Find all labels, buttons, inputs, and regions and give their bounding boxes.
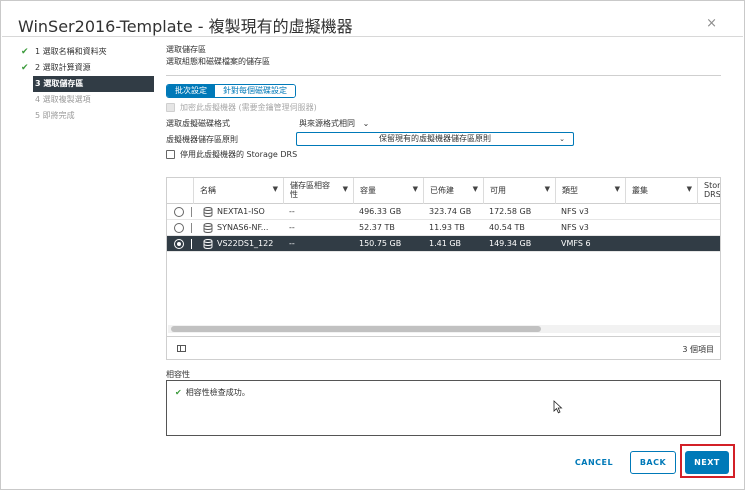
- table-row[interactable]: SYNAS6-NF... -- 52.37 TB 11.93 TB 40.54 …: [167, 220, 720, 236]
- encrypt-label: 加密此虛擬機器 (需要金鑰管理伺服器): [180, 103, 317, 112]
- cell-name: VS22DS1_122: [217, 239, 274, 248]
- disk-format-value: 與來源格式相同: [299, 119, 355, 128]
- step-label: 4 選取複製選項: [35, 95, 91, 104]
- row-divider: [191, 223, 192, 233]
- cell-provisioned: 1.41 GB: [429, 239, 462, 248]
- disable-drs-checkbox[interactable]: [166, 150, 175, 159]
- storage-policy-label: 虛擬機器儲存區原則: [166, 135, 238, 144]
- storage-policy-row: 虛擬機器儲存區原則 保留現有的虛擬機器儲存區原則 ⌄: [166, 132, 586, 146]
- cell-free: 149.34 GB: [489, 239, 532, 248]
- column-storage-drs[interactable]: Stor DRS: [697, 178, 720, 204]
- column-capacity[interactable]: 容量 ▼: [353, 178, 423, 204]
- row-radio[interactable]: [174, 207, 184, 217]
- cell-free: 40.54 TB: [489, 223, 525, 232]
- disk-format-label: 選取虛擬磁碟格式: [166, 119, 230, 128]
- row-radio[interactable]: [174, 223, 184, 233]
- column-provisioned[interactable]: 已佈建 ▼: [423, 178, 483, 204]
- encrypt-checkbox: [166, 103, 175, 112]
- filter-icon[interactable]: ▼: [413, 185, 418, 194]
- disable-drs-option[interactable]: 停用此虛擬機器的 Storage DRS: [166, 149, 297, 160]
- batch-configure-button[interactable]: 批次設定: [167, 85, 215, 97]
- step-1-select-name-folder[interactable]: ✔ 1 選取名稱和資料夾: [21, 44, 156, 60]
- disk-format-row: 選取虛擬磁碟格式 與來源格式相同 ⌄: [166, 118, 586, 130]
- row-radio[interactable]: [174, 239, 184, 249]
- success-check-icon: ✔: [175, 388, 182, 397]
- filter-icon[interactable]: ▼: [343, 185, 348, 194]
- cell-type: NFS v3: [561, 207, 589, 216]
- check-icon: ✔: [21, 47, 29, 57]
- cell-provisioned: 11.93 TB: [429, 223, 465, 232]
- cell-capacity: 52.37 TB: [359, 223, 395, 232]
- filter-icon[interactable]: ▼: [545, 185, 550, 194]
- section-title: 選取儲存區: [166, 45, 206, 54]
- cell-capacity: 496.33 GB: [359, 207, 402, 216]
- cell-compat: --: [289, 207, 295, 216]
- item-count: 3 個項目: [682, 345, 714, 354]
- step-2-select-compute-resource[interactable]: ✔ 2 選取計算資源: [21, 60, 156, 76]
- column-free[interactable]: 可用 ▼: [483, 178, 555, 204]
- step-label: 1 選取名稱和資料夾: [35, 47, 107, 56]
- datastore-grid: 名稱 ▼ 儲存區相容 性 ▼ 容量 ▼ 已佈建 ▼ 可用 ▼ 類型 ▼ 叢集 ▼…: [166, 177, 721, 360]
- row-divider: [191, 239, 192, 249]
- title-divider: [2, 36, 743, 37]
- filter-icon[interactable]: ▼: [687, 185, 692, 194]
- encrypt-vm-option: 加密此虛擬機器 (需要金鑰管理伺服器): [166, 102, 317, 113]
- horizontal-scrollbar[interactable]: [168, 325, 720, 333]
- filter-icon[interactable]: ▼: [273, 185, 278, 194]
- wizard-steps: ✔ 1 選取名稱和資料夾 ✔ 2 選取計算資源 3 選取儲存區 4 選取複製選項…: [21, 44, 156, 124]
- row-divider: [191, 207, 192, 217]
- cell-provisioned: 323.74 GB: [429, 207, 472, 216]
- disk-format-select[interactable]: 與來源格式相同 ⌄: [299, 118, 369, 130]
- grid-header: 名稱 ▼ 儲存區相容 性 ▼ 容量 ▼ 已佈建 ▼ 可用 ▼ 類型 ▼ 叢集 ▼…: [167, 178, 720, 204]
- mouse-cursor-icon: [553, 400, 563, 414]
- step-4-select-clone-options: 4 選取複製選項: [33, 92, 156, 108]
- filter-icon[interactable]: ▼: [615, 185, 620, 194]
- table-row-selected[interactable]: VS22DS1_122 -- 150.75 GB 1.41 GB 149.34 …: [167, 236, 720, 252]
- column-compatibility[interactable]: 儲存區相容 性 ▼: [283, 178, 353, 204]
- cell-name: NEXTA1-ISO: [217, 207, 265, 216]
- section-description: 選取組態和磁碟檔案的儲存區: [166, 57, 270, 66]
- grid-footer: 3 個項目: [167, 336, 720, 359]
- step-label: 2 選取計算資源: [35, 63, 91, 72]
- cell-free: 172.58 GB: [489, 207, 532, 216]
- check-icon: ✔: [21, 63, 29, 73]
- back-button[interactable]: BACK: [630, 451, 676, 474]
- compatibility-title: 相容性: [166, 370, 190, 379]
- configure-mode-toggle: 批次設定 針對每個磁碟設定: [166, 84, 296, 98]
- cell-name: SYNAS6-NF...: [217, 223, 269, 232]
- scrollbar-thumb[interactable]: [171, 326, 541, 332]
- storage-panel: 選取儲存區 選取組態和磁碟檔案的儲存區 批次設定 針對每個磁碟設定 加密此虛擬機…: [166, 44, 722, 436]
- column-toggle-icon[interactable]: [177, 345, 186, 352]
- step-label: 5 即將完成: [35, 111, 75, 120]
- section-divider: [166, 75, 721, 76]
- table-row[interactable]: NEXTA1-ISO -- 496.33 GB 323.74 GB 172.58…: [167, 204, 720, 220]
- step-3-select-storage[interactable]: 3 選取儲存區: [33, 76, 154, 92]
- column-type[interactable]: 類型 ▼: [555, 178, 625, 204]
- cell-type: NFS v3: [561, 223, 589, 232]
- compatibility-panel: ✔ 相容性檢查成功。: [166, 380, 721, 436]
- cell-type: VMFS 6: [561, 239, 591, 248]
- chevron-down-icon: ⌄: [559, 135, 565, 143]
- clone-vm-dialog: WinSer2016-Template - 複製現有的虛擬機器 × ✔ 1 選取…: [0, 0, 745, 490]
- filter-icon[interactable]: ▼: [473, 185, 478, 194]
- disable-drs-label: 停用此虛擬機器的 Storage DRS: [180, 150, 298, 159]
- step-5-ready-to-complete: 5 即將完成: [33, 108, 156, 124]
- cell-capacity: 150.75 GB: [359, 239, 402, 248]
- column-name[interactable]: 名稱 ▼: [193, 178, 283, 204]
- cell-compat: --: [289, 239, 295, 248]
- column-cluster[interactable]: 叢集 ▼: [625, 178, 697, 204]
- next-button[interactable]: NEXT: [685, 451, 729, 474]
- cell-compat: --: [289, 223, 295, 232]
- chevron-down-icon: ⌄: [357, 119, 370, 128]
- configure-per-disk-button[interactable]: 針對每個磁碟設定: [215, 85, 295, 97]
- storage-policy-select[interactable]: 保留現有的虛擬機器儲存區原則 ⌄: [296, 132, 574, 146]
- step-label: 3 選取儲存區: [35, 79, 84, 88]
- close-icon[interactable]: ×: [706, 17, 717, 30]
- cancel-button[interactable]: CANCEL: [569, 451, 619, 474]
- compatibility-message: ✔ 相容性檢查成功。: [175, 388, 250, 397]
- storage-policy-value: 保留現有的虛擬機器儲存區原則: [379, 134, 491, 143]
- dialog-title: WinSer2016-Template - 複製現有的虛擬機器: [18, 17, 353, 36]
